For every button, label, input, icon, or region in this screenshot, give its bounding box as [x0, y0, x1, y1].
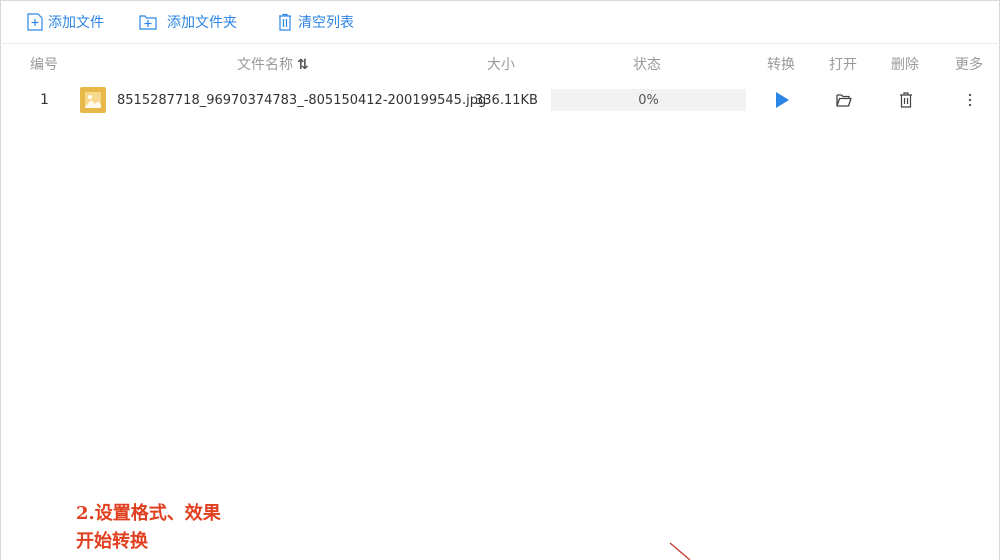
- column-header-status: 状态: [633, 57, 661, 73]
- column-header-name-label: 文件名称: [237, 57, 293, 73]
- file-index: 1: [40, 92, 49, 108]
- more-button[interactable]: [960, 86, 980, 114]
- play-icon: [776, 92, 789, 108]
- annotation-line-1: 2.设置格式、效果: [76, 503, 221, 524]
- column-header-open: 打开: [829, 57, 857, 73]
- toolbar: 添加文件 添加文件夹 清空列表: [0, 0, 1000, 44]
- add-folder-icon: [139, 15, 157, 30]
- table-row[interactable]: 1 8515287718_96970374783_-805150412-2001…: [0, 86, 1000, 114]
- add-file-icon: [27, 13, 43, 31]
- image-thumbnail-icon: [80, 87, 106, 113]
- column-header-delete: 删除: [891, 57, 919, 73]
- more-vertical-icon: [968, 93, 972, 107]
- convert-button[interactable]: [772, 86, 792, 114]
- clear-list-label: 清空列表: [298, 15, 354, 31]
- open-folder-button[interactable]: [834, 86, 854, 114]
- trash-icon: [900, 92, 912, 108]
- file-name: 8515287718_96970374783_-805150412-200199…: [117, 92, 487, 108]
- column-header-more: 更多: [955, 57, 983, 73]
- progress-text: 0%: [638, 92, 659, 108]
- clear-list-button[interactable]: 清空列表: [276, 11, 354, 33]
- sort-icon[interactable]: ⇅: [297, 57, 309, 73]
- progress-bar: 0%: [551, 89, 746, 111]
- column-header-index: 编号: [30, 57, 58, 73]
- column-header-size: 大小: [487, 57, 515, 73]
- table-header: 编号 文件名称 ⇅ 大小 状态 转换 打开 删除 更多: [0, 52, 1000, 76]
- add-folder-label: 添加文件夹: [167, 15, 237, 31]
- column-header-name[interactable]: 文件名称 ⇅: [237, 54, 309, 74]
- trash-icon: [279, 13, 291, 31]
- add-file-button[interactable]: 添加文件: [26, 11, 104, 33]
- folder-open-icon: [836, 94, 852, 107]
- column-header-convert: 转换: [767, 57, 795, 73]
- instruction-annotation: 2.设置格式、效果 开始转换: [76, 500, 221, 556]
- file-size: 336.11KB: [475, 92, 538, 108]
- annotation-line-2: 开始转换: [76, 531, 148, 552]
- add-folder-button[interactable]: 添加文件夹: [139, 11, 237, 33]
- app-window: [0, 0, 1000, 560]
- add-file-label: 添加文件: [48, 15, 104, 31]
- delete-button[interactable]: [896, 86, 916, 114]
